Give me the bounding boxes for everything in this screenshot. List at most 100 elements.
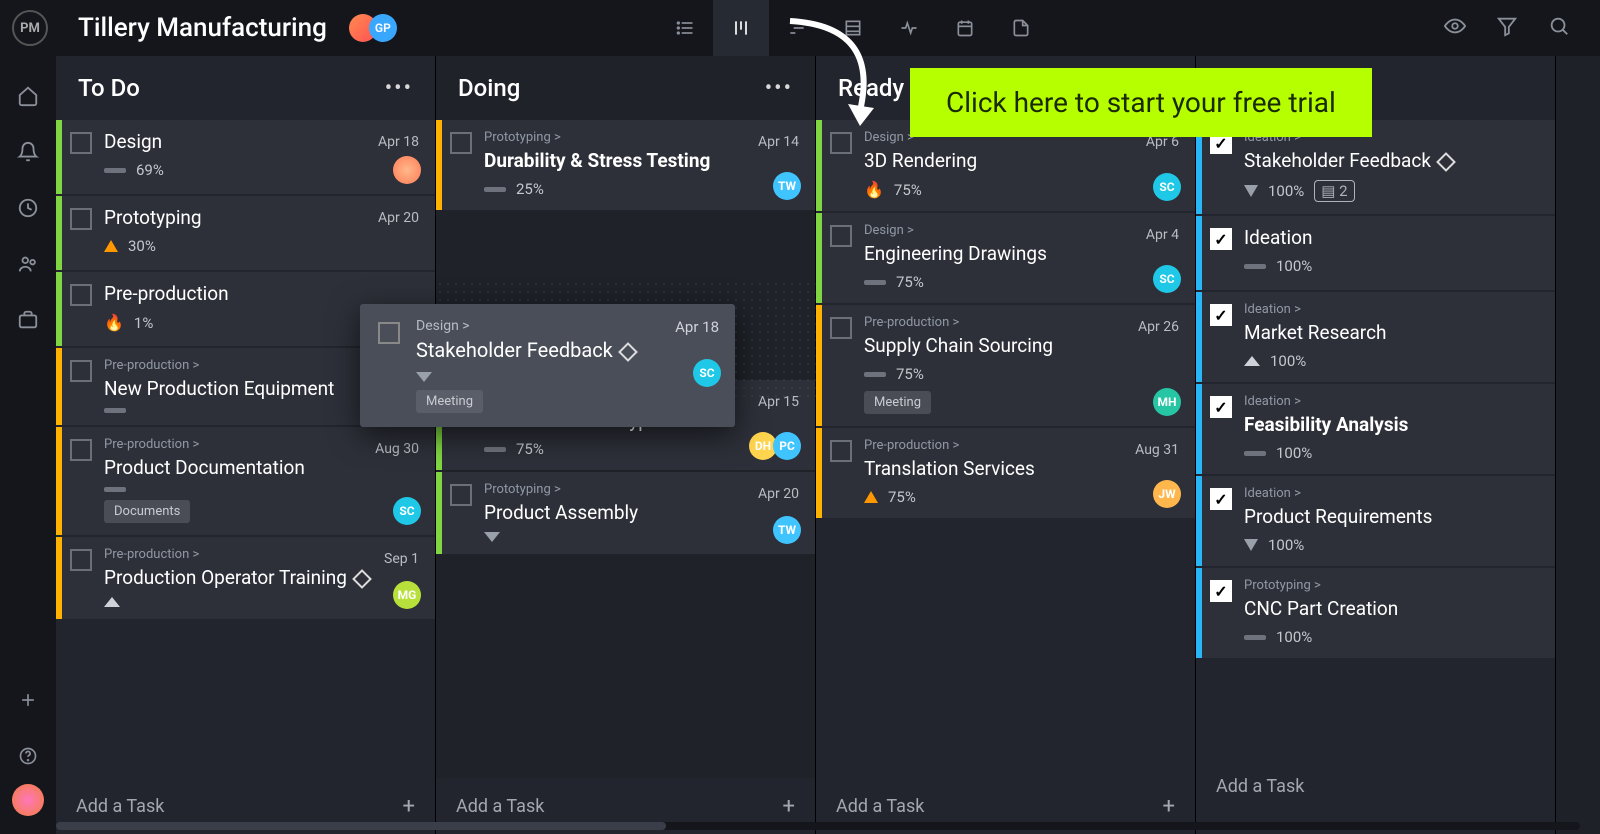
task-meta: 25% (484, 180, 799, 198)
task-checkbox[interactable] (830, 225, 852, 247)
view-files-icon[interactable] (993, 0, 1049, 56)
task-checkbox[interactable]: ✓ (1210, 580, 1232, 602)
home-icon[interactable] (8, 76, 48, 116)
task-card[interactable]: Prototyping30%Apr 20 (56, 196, 435, 270)
user-avatar[interactable] (12, 784, 44, 816)
task-checkbox[interactable] (70, 132, 92, 154)
add-icon[interactable] (8, 680, 48, 720)
status-stripe (436, 472, 442, 554)
status-stripe (56, 427, 62, 535)
assignee-avatar[interactable]: SC (1153, 265, 1181, 293)
chevron-down-icon (484, 532, 500, 542)
task-tag: Meeting (864, 391, 931, 414)
team-avatars[interactable]: GP (349, 14, 397, 42)
milestone-icon (618, 342, 638, 362)
task-checkbox[interactable]: ✓ (1210, 304, 1232, 326)
task-meta: 75% (864, 488, 1179, 506)
status-stripe (1196, 384, 1202, 474)
task-checkbox[interactable] (830, 440, 852, 462)
team-icon[interactable] (8, 244, 48, 284)
assignee-avatar[interactable]: MH (1153, 388, 1181, 416)
task-card[interactable]: Prototyping >Product AssemblyApr 20TW (436, 472, 815, 554)
task-checkbox[interactable] (70, 549, 92, 571)
progress-dash-icon (104, 168, 126, 173)
task-meta: 100% (1244, 536, 1539, 554)
task-card[interactable]: Prototyping >Durability & Stress Testing… (436, 120, 815, 210)
task-card[interactable]: Design69%Apr 18 (56, 120, 435, 194)
task-date: Apr 20 (758, 486, 799, 502)
view-board-icon[interactable] (713, 0, 769, 56)
column-menu-icon[interactable]: ••• (765, 76, 793, 101)
task-checkbox[interactable] (70, 439, 92, 461)
assignee-avatar[interactable]: TW (773, 172, 801, 200)
view-sheet-icon[interactable] (825, 0, 881, 56)
view-calendar-icon[interactable] (937, 0, 993, 56)
plus-icon: + (403, 794, 415, 819)
task-checkbox[interactable]: ✓ (1210, 488, 1232, 510)
assignee-avatar[interactable] (393, 156, 421, 184)
priority-down-icon (1244, 185, 1258, 197)
top-right-actions (1444, 15, 1584, 41)
assignee-avatar[interactable]: TW (773, 516, 801, 544)
assignee-avatar[interactable]: JW (1153, 480, 1181, 508)
task-tag: Documents (104, 500, 190, 523)
avatar[interactable]: GP (369, 14, 397, 42)
task-card[interactable]: ✓Prototyping >CNC Part Creation100% (1196, 568, 1555, 658)
portfolio-icon[interactable] (8, 300, 48, 340)
notifications-icon[interactable] (8, 132, 48, 172)
fire-icon: 🔥 (104, 313, 124, 332)
status-stripe (1196, 568, 1202, 658)
task-card[interactable]: Pre-production >Production Operator Trai… (56, 537, 435, 619)
task-checkbox[interactable] (450, 484, 472, 506)
progress-dash-icon (1244, 264, 1266, 269)
task-checkbox[interactable] (450, 132, 472, 154)
help-icon[interactable] (8, 736, 48, 776)
task-breadcrumb: Ideation > (1244, 394, 1539, 409)
task-checkbox[interactable]: ✓ (1210, 228, 1232, 250)
add-task-label: Add a Task (836, 796, 924, 817)
task-checkbox[interactable] (378, 322, 400, 344)
dragging-card[interactable]: Design > Stakeholder Feedback Apr 18 SC … (360, 304, 735, 427)
task-checkbox[interactable] (70, 208, 92, 230)
app-logo[interactable]: PM (12, 10, 48, 46)
view-activity-icon[interactable] (881, 0, 937, 56)
task-date: Aug 31 (1135, 442, 1179, 458)
comments-icon[interactable]: ▤ 2 (1314, 180, 1354, 202)
task-checkbox[interactable]: ✓ (1210, 396, 1232, 418)
status-stripe (56, 196, 62, 270)
task-progress: 100% (1276, 257, 1312, 275)
horizontal-scrollbar[interactable] (56, 822, 1580, 830)
task-checkbox[interactable] (830, 132, 852, 154)
task-card[interactable]: ✓Ideation >Feasibility Analysis100% (1196, 384, 1555, 474)
assignee-avatar[interactable]: MG (393, 581, 421, 609)
task-meta: 69% (104, 161, 419, 179)
recent-icon[interactable] (8, 188, 48, 228)
task-checkbox[interactable] (70, 284, 92, 306)
assignee-avatar[interactable]: PC (773, 432, 801, 460)
cta-banner[interactable]: Click here to start your free trial (910, 68, 1372, 137)
task-card[interactable]: ✓ Ideation 100% (1196, 216, 1555, 290)
search-icon[interactable] (1548, 15, 1570, 41)
task-card[interactable]: Design >Engineering Drawings75%Apr 4SC (816, 213, 1195, 303)
view-list-icon[interactable] (657, 0, 713, 56)
task-card[interactable]: Pre-production >Supply Chain Sourcing75%… (816, 305, 1195, 426)
assignee-avatar[interactable]: SC (393, 497, 421, 525)
filter-icon[interactable] (1496, 15, 1518, 41)
visibility-icon[interactable] (1444, 15, 1466, 41)
task-title: Ideation (1244, 226, 1539, 249)
column-menu-icon[interactable]: ••• (385, 76, 413, 101)
task-title: Product Assembly (484, 501, 799, 524)
assignee-avatar[interactable]: SC (693, 359, 721, 387)
add-task-button[interactable]: Add a Task (1196, 758, 1555, 814)
assignee-avatar[interactable]: SC (1153, 173, 1181, 201)
task-card[interactable]: Pre-production >Translation Services75%A… (816, 428, 1195, 518)
task-checkbox[interactable] (70, 360, 92, 382)
task-card[interactable]: ✓Ideation >Product Requirements100% (1196, 476, 1555, 566)
progress-dash-icon (864, 280, 886, 285)
view-gantt-icon[interactable] (769, 0, 825, 56)
task-breadcrumb: Pre-production > (864, 315, 1179, 330)
task-card[interactable]: Pre-production >Product DocumentationDoc… (56, 427, 435, 535)
task-checkbox[interactable] (830, 317, 852, 339)
task-card[interactable]: ✓Ideation >Market Research100% (1196, 292, 1555, 382)
task-title: Market Research (1244, 321, 1539, 344)
